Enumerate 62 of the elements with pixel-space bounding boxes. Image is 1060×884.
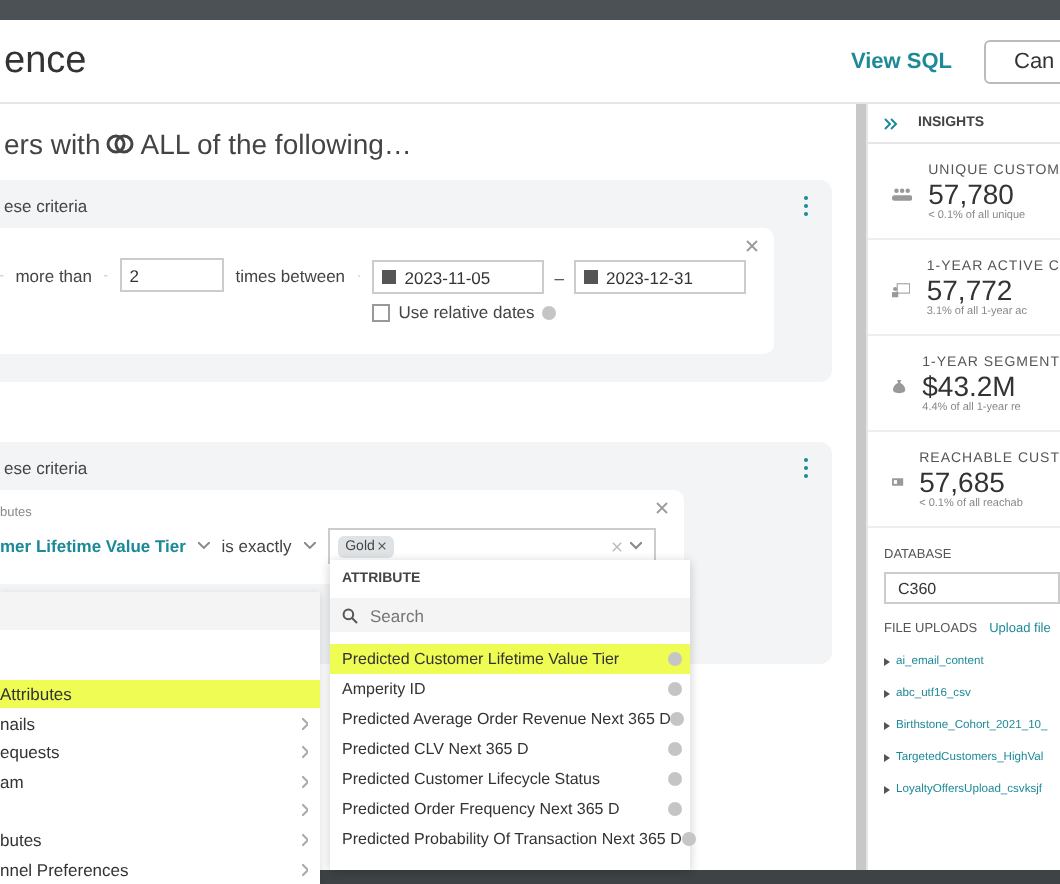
- operator-select[interactable]: is exactly: [221, 536, 292, 556]
- end-date-field[interactable]: 2023-12-31: [573, 260, 746, 294]
- metric-value: 57,772: [926, 274, 1015, 306]
- info-icon: [668, 682, 682, 696]
- search-input[interactable]: Search: [366, 603, 646, 627]
- metric-value: 57,780: [928, 178, 1016, 210]
- segment-lead: ers with: [4, 128, 101, 160]
- close-icon[interactable]: [656, 502, 668, 514]
- category-item[interactable]: nnel Preferences: [0, 854, 320, 884]
- help-icon: [542, 305, 557, 319]
- info-icon: [668, 802, 682, 816]
- chevron-icon: [302, 717, 308, 729]
- metric-value: 57,685: [919, 466, 1007, 498]
- double-chevron-icon[interactable]: [884, 117, 898, 129]
- search-field[interactable]: Search: [330, 598, 690, 632]
- relative-dates-checkbox[interactable]: [372, 303, 391, 321]
- info-icon: [668, 652, 682, 666]
- info-icon: [668, 742, 682, 756]
- expand-triangle-icon[interactable]: [884, 754, 890, 762]
- attribute-item[interactable]: Amperity ID: [330, 674, 690, 704]
- database-select[interactable]: C360: [884, 572, 1060, 604]
- category-item[interactable]: butes: [0, 825, 320, 855]
- cancel-button[interactable]: Can: [984, 39, 1060, 83]
- count-input[interactable]: 2: [119, 258, 224, 292]
- remove-icon[interactable]: [378, 541, 387, 549]
- metric-value: $43.2M: [922, 370, 1018, 402]
- segment-operator: ALL of the following…: [140, 128, 412, 160]
- expand-triangle-icon[interactable]: [884, 690, 890, 698]
- category-item[interactable]: equests: [0, 737, 320, 767]
- start-date-field[interactable]: 2023-11-05: [372, 260, 545, 294]
- modal-title: ence: [4, 39, 89, 83]
- date-separator: –: [554, 267, 564, 287]
- chevron-icon: [302, 863, 308, 876]
- attribute-item[interactable]: Predicted Average Order Revenue Next 365 D: [330, 704, 690, 734]
- category-item[interactable]: Attributes: [0, 679, 320, 709]
- attribute-select[interactable]: mer Lifetime Value Tier: [0, 536, 186, 556]
- comparator-select[interactable]: more than: [15, 265, 92, 285]
- chevron-icon: [302, 746, 308, 759]
- category-item[interactable]: nails: [0, 708, 320, 738]
- range-select[interactable]: times between: [235, 265, 346, 285]
- relative-dates-label: Use relative dates: [398, 302, 535, 322]
- chevron-icon: [302, 804, 308, 817]
- info-icon: [670, 712, 685, 726]
- category-item[interactable]: am: [0, 766, 320, 797]
- group-caption: ese criteria: [4, 196, 88, 216]
- attribute-item[interactable]: Predicted Customer Lifecycle Status: [330, 764, 690, 794]
- attribute-item[interactable]: Predicted Customer Lifetime Value Tier: [330, 644, 690, 674]
- info-icon: [681, 832, 696, 846]
- expand-triangle-icon[interactable]: [884, 786, 890, 794]
- view-sql-link[interactable]: View SQL: [850, 49, 952, 73]
- group-caption: ese criteria: [4, 458, 88, 478]
- expand-triangle-icon[interactable]: [884, 658, 890, 666]
- expand-triangle-icon[interactable]: [884, 722, 890, 730]
- attribute-item[interactable]: Predicted CLV Next 365 D: [330, 734, 690, 764]
- search-icon: [342, 607, 358, 623]
- overlap-circles-icon: [106, 134, 135, 154]
- chevron-icon: [302, 775, 308, 788]
- close-icon[interactable]: [746, 240, 758, 252]
- chevron-icon: [302, 834, 308, 847]
- attribute-item[interactable]: Predicted Order Frequency Next 365 D: [330, 794, 690, 824]
- info-icon: [668, 772, 682, 786]
- attribute-item[interactable]: Predicted Probability Of Transaction Next 365 D: [330, 824, 690, 854]
